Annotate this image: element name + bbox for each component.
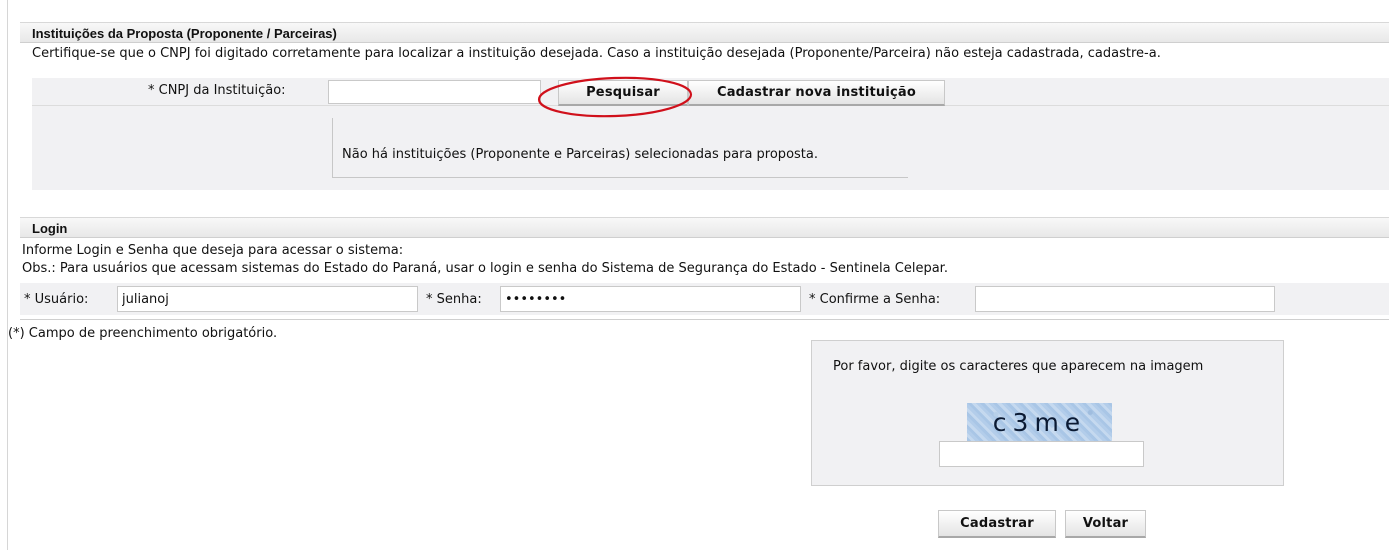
cnpj-label: * CNPJ da Instituição:: [148, 83, 286, 98]
captcha-text: c3me: [992, 407, 1087, 437]
confirm-password-label: * Confirme a Senha:: [809, 292, 941, 307]
cnpj-input[interactable]: [328, 80, 541, 104]
instituicoes-instruction: Certifique-se que o CNPJ foi digitado co…: [32, 46, 1161, 61]
login-instruction: Informe Login e Senha que deseja para ac…: [22, 243, 404, 258]
password-input[interactable]: [500, 286, 801, 312]
empty-institutions-box: Não há instituições (Proponente e Parcei…: [332, 118, 908, 178]
section-header-login: Login: [20, 217, 1389, 238]
page: Instituições da Proposta (Proponente / P…: [0, 0, 1389, 550]
submit-button[interactable]: Cadastrar: [938, 510, 1056, 538]
captcha-image: c3me: [967, 403, 1112, 441]
section-header-instituicoes: Instituições da Proposta (Proponente / P…: [20, 22, 1389, 43]
password-label: * Senha:: [426, 292, 482, 307]
captcha-prompt: Por favor, digite os caracteres que apar…: [833, 359, 1204, 374]
captcha-input[interactable]: [939, 441, 1144, 467]
required-note: (*) Campo de preenchimento obrigatório.: [8, 326, 278, 341]
new-institution-button[interactable]: Cadastrar nova instituição: [688, 80, 945, 106]
confirm-password-input[interactable]: [975, 286, 1275, 312]
back-button[interactable]: Voltar: [1065, 510, 1146, 538]
login-obs: Obs.: Para usuários que acessam sistemas…: [22, 261, 948, 276]
left-border: [7, 0, 8, 550]
divider: [20, 319, 1389, 320]
empty-institutions-message: Não há instituições (Proponente e Parcei…: [342, 147, 818, 162]
user-input[interactable]: [117, 286, 418, 312]
highlight-circle: [537, 76, 693, 118]
user-label: * Usuário:: [24, 292, 89, 307]
